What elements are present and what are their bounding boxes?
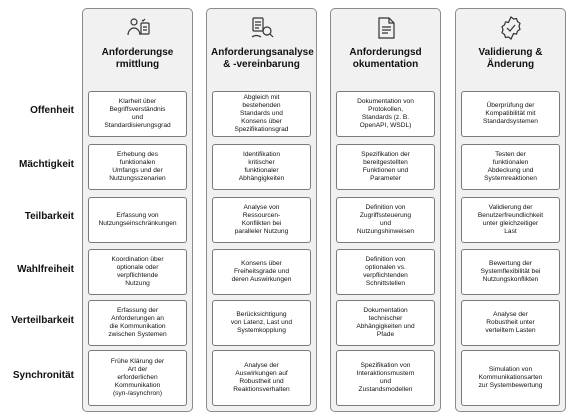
cell-validierung-teilbarkeit: Validierung der Benutzerfreundlichkeit u… [461,197,560,243]
analysis-agreement-icon [251,17,273,38]
column-title: Anforderungse rmittlung [101,47,174,70]
cell-analyse-maechtigkeit: Identifikation kritischer funktionaler A… [212,144,311,190]
column-header: Anforderungse rmittlung [83,9,192,90]
cell-dokumentation-synchronitaet: Spezifikation von Interaktionsmustern un… [336,350,435,406]
cell-ermittlung-teilbarkeit: Erfassung von Nutzungseinschränkungen [88,197,187,243]
row-label-verteilbarkeit: Verteilbarkeit [11,315,74,326]
cell-validierung-verteilbarkeit: Analyse der Robustheit unter verteiltem … [461,300,560,346]
row-label-offenheit: Offenheit [30,105,74,116]
cell-validierung-wahlfreiheit: Bewertung der Systemflexibilität bei Nut… [461,249,560,295]
validation-check-icon [500,16,521,40]
column-header: Anforderungsd okumentation [331,9,440,90]
cell-analyse-teilbarkeit: Analyse von Ressourcen- Konflikten bei p… [212,197,311,243]
cell-validierung-maechtigkeit: Testen der funktionalen Abdeckung und Sy… [461,144,560,190]
document-icon [377,17,395,39]
column-anforderungsdokumentation: Anforderungsd okumentation Dokumentation… [330,8,441,412]
column-header: Validierung & Änderung [456,9,565,90]
cell-ermittlung-maechtigkeit: Erhebung des funktionalen Umfangs und de… [88,144,187,190]
cell-ermittlung-synchronitaet: Frühe Klärung der Art der erforderlichen… [88,350,187,406]
cell-dokumentation-verteilbarkeit: Dokumentation technischer Abhängigkeiten… [336,300,435,346]
column-title: Anforderungsd okumentation [349,47,422,70]
requirements-checklist-icon [126,18,150,36]
cell-analyse-offenheit: Abgleich mit bestehenden Standards und K… [212,91,311,137]
column-anforderungsermittlung: Anforderungse rmittlung Klarheit über Be… [82,8,193,412]
cell-analyse-wahlfreiheit: Konsens über Freiheitsgrade und deren Au… [212,249,311,295]
cell-ermittlung-wahlfreiheit: Koordination über optionale oder verpfli… [88,249,187,295]
column-validierung: Validierung & Änderung Überprüfung der K… [455,8,566,412]
cell-dokumentation-maechtigkeit: Spezifikation der bereitgestellten Funkt… [336,144,435,190]
row-label-synchronitaet: Synchronität [12,370,74,381]
row-label-teilbarkeit: Teilbarkeit [24,211,74,222]
cell-dokumentation-offenheit: Dokumentation von Protokollen, Standards… [336,91,435,137]
cell-validierung-synchronitaet: Simulation von Kommunikationsarten zur S… [461,350,560,406]
cell-ermittlung-verteilbarkeit: Erfassung der Anforderungen an die Kommu… [88,300,187,346]
cell-validierung-offenheit: Überprüfung der Kompatibilität mit Stand… [461,91,560,137]
cell-dokumentation-teilbarkeit: Definition von Zugriffssteuerung und Nut… [336,197,435,243]
cell-dokumentation-wahlfreiheit: Definition von optionalen vs. verpflicht… [336,249,435,295]
column-header: Anforderungsanalyse & -vereinbarung [207,9,316,90]
cell-ermittlung-offenheit: Klarheit über Begriffsverständnis und St… [88,91,187,137]
row-label-maechtigkeit: Mächtigkeit [18,159,74,170]
cell-analyse-synchronitaet: Analyse der Auswirkungen auf Robustheit … [212,350,311,406]
column-anforderungsanalyse: Anforderungsanalyse & -vereinbarung Abgl… [206,8,317,412]
row-label-wahlfreiheit: Wahlfreiheit [17,264,74,275]
cell-analyse-verteilbarkeit: Berücksichtigung von Latenz, Last und Sy… [212,300,311,346]
column-title: Validierung & Änderung [478,47,543,70]
column-title: Anforderungsanalyse & -vereinbarung [211,47,314,70]
